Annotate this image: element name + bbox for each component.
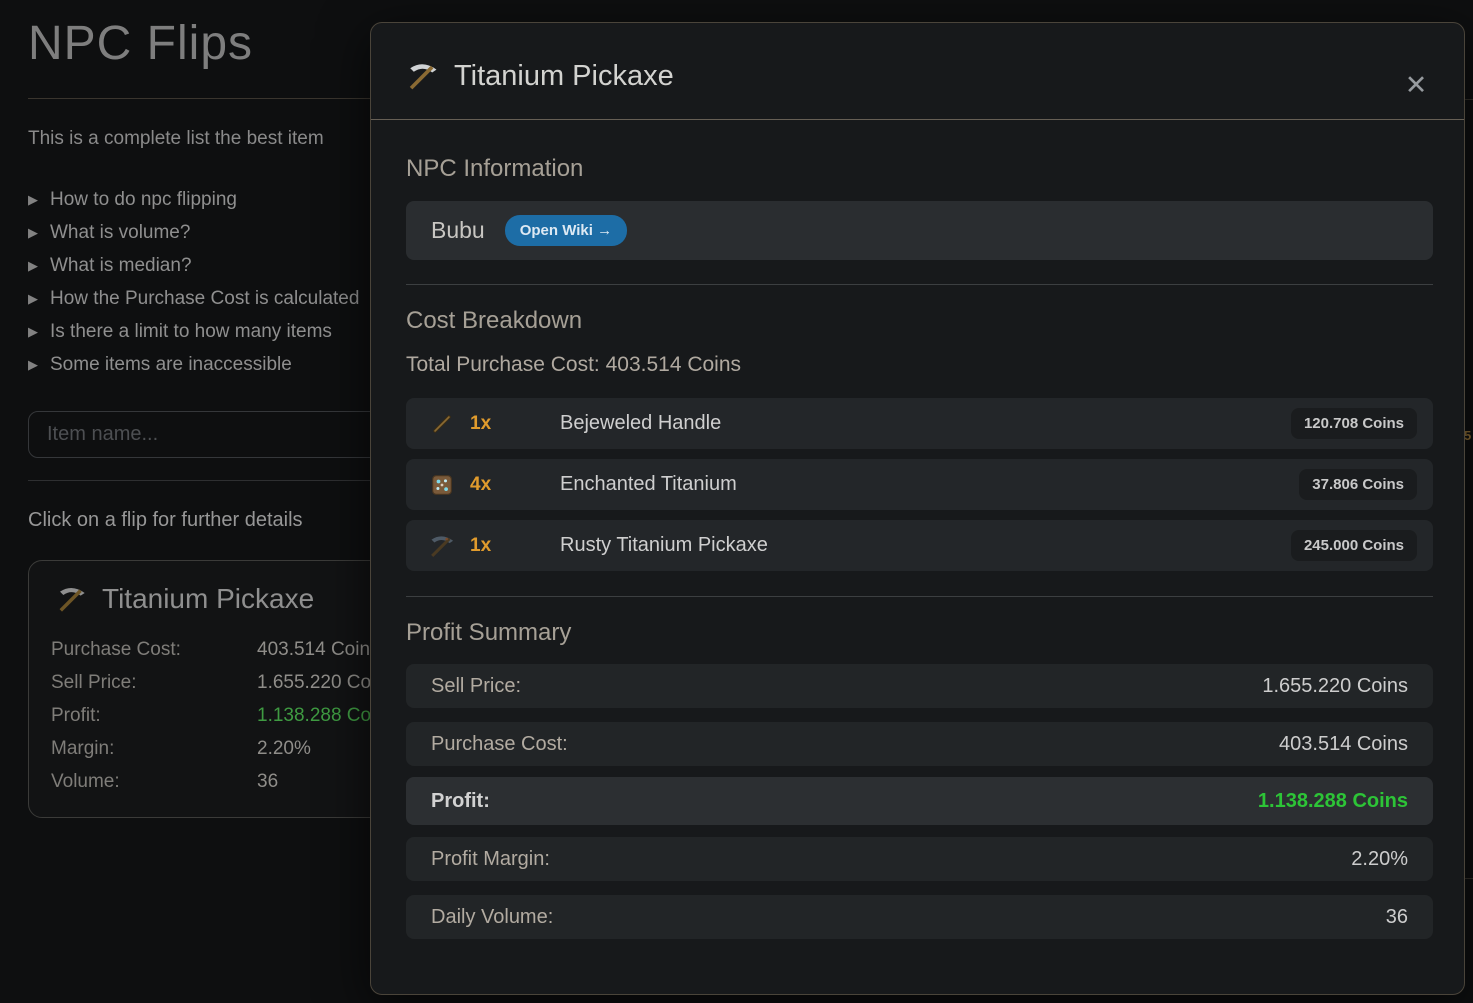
faq-item-label: What is median? — [50, 255, 192, 277]
cost-row-enchanted-titanium[interactable]: 4x Enchanted Titanium 37.806 Coins — [406, 459, 1433, 510]
summary-row-sell-price[interactable]: Sell Price: 1.655.220 Coins — [406, 664, 1433, 708]
faq-item-purchase-cost-calc[interactable]: ▶ How the Purchase Cost is calculated — [28, 282, 359, 315]
flip-card-header: Titanium Pickaxe — [56, 583, 314, 615]
open-wiki-button[interactable]: Open Wiki → — [505, 215, 627, 246]
flip-card-title: Titanium Pickaxe — [102, 583, 314, 615]
collapsed-arrow-icon: ▶ — [28, 357, 38, 373]
stat-label: Margin: — [51, 738, 257, 760]
intro-text: This is a complete list the best item — [28, 128, 324, 150]
cost-row-bejeweled-handle[interactable]: 1x Bejeweled Handle 120.708 Coins — [406, 398, 1433, 449]
summary-label: Profit Margin: — [431, 848, 550, 871]
faq-item-label: Some items are inaccessible — [50, 354, 292, 376]
stat-value: 2.20% — [257, 738, 311, 760]
modal-header-divider — [371, 119, 1464, 120]
faq-item-buy-limit[interactable]: ▶ Is there a limit to how many items — [28, 315, 359, 348]
summary-row-profit[interactable]: Profit: 1.138.288 Coins — [406, 777, 1433, 825]
quantity: 1x — [470, 535, 520, 557]
stat-label: Purchase Cost: — [51, 639, 257, 661]
summary-label: Purchase Cost: — [431, 733, 568, 756]
page-title: NPC Flips — [28, 16, 253, 71]
faq-item-what-is-median[interactable]: ▶ What is median? — [28, 249, 359, 282]
stat-label: Sell Price: — [51, 672, 257, 694]
flip-card-stats: Purchase Cost: 403.514 Coins Sell Price:… — [51, 633, 400, 798]
stat-row-volume: Volume: 36 — [51, 765, 400, 798]
faq-item-how-to-flip[interactable]: ▶ How to do npc flipping — [28, 183, 359, 216]
stat-row-margin: Margin: 2.20% — [51, 732, 400, 765]
npc-information-heading: NPC Information — [406, 155, 583, 183]
stick-icon — [428, 410, 456, 438]
price-badge: 245.000 Coins — [1291, 530, 1417, 561]
collapsed-arrow-icon: ▶ — [28, 192, 38, 208]
npc-name: Bubu — [431, 217, 485, 244]
summary-value: 2.20% — [1351, 848, 1408, 871]
cost-breakdown-heading: Cost Breakdown — [406, 307, 582, 335]
cost-row-rusty-titanium-pickaxe[interactable]: 1x Rusty Titanium Pickaxe 245.000 Coins — [406, 520, 1433, 571]
stat-label: Profit: — [51, 705, 257, 727]
faq-item-label: Is there a limit to how many items — [50, 321, 332, 343]
section-divider — [406, 596, 1433, 597]
faq-item-what-is-volume[interactable]: ▶ What is volume? — [28, 216, 359, 249]
background-rule-fragment — [1464, 99, 1473, 100]
faq-list: ▶ How to do npc flipping ▶ What is volum… — [28, 183, 359, 381]
faq-item-label: What is volume? — [50, 222, 190, 244]
summary-value: 36 — [1386, 906, 1408, 929]
pickaxe-icon — [56, 583, 88, 615]
item-search-input[interactable] — [28, 411, 390, 458]
summary-row-profit-margin[interactable]: Profit Margin: 2.20% — [406, 837, 1433, 881]
stat-row-purchase-cost: Purchase Cost: 403.514 Coins — [51, 633, 400, 666]
summary-row-purchase-cost[interactable]: Purchase Cost: 403.514 Coins — [406, 722, 1433, 766]
summary-label: Daily Volume: — [431, 906, 553, 929]
summary-value-profit: 1.138.288 Coins — [1258, 790, 1408, 813]
collapsed-arrow-icon: ▶ — [28, 324, 38, 340]
price-badge: 37.806 Coins — [1299, 469, 1417, 500]
stat-row-profit: Profit: 1.138.288 Coins — [51, 699, 400, 732]
stat-row-sell-price: Sell Price: 1.655.220 Coins — [51, 666, 400, 699]
summary-row-daily-volume[interactable]: Daily Volume: 36 — [406, 895, 1433, 939]
profit-summary-heading: Profit Summary — [406, 619, 571, 647]
ingredient-name: Enchanted Titanium — [560, 473, 737, 496]
total-purchase-cost: Total Purchase Cost: 403.514 Coins — [406, 353, 741, 377]
ingredient-name: Bejeweled Handle — [560, 412, 721, 435]
summary-label: Sell Price: — [431, 675, 521, 698]
faq-item-inaccessible-items[interactable]: ▶ Some items are inaccessible — [28, 348, 359, 381]
click-hint-text: Click on a flip for further details — [28, 509, 303, 532]
background-rule-fragment — [1464, 878, 1473, 879]
summary-value: 1.655.220 Coins — [1262, 675, 1408, 698]
background-text-fragment: 5 — [1464, 428, 1472, 446]
item-detail-modal: Titanium Pickaxe ✕ NPC Information Bubu … — [370, 22, 1465, 995]
app-page: NPC Flips This is a complete list the be… — [0, 0, 1473, 1003]
npc-info-row: Bubu Open Wiki → — [406, 201, 1433, 260]
faq-item-label: How the Purchase Cost is calculated — [50, 288, 359, 310]
collapsed-arrow-icon: ▶ — [28, 258, 38, 274]
stat-value: 36 — [257, 771, 278, 793]
collapsed-arrow-icon: ▶ — [28, 225, 38, 241]
modal-header: Titanium Pickaxe — [406, 59, 674, 93]
ore-block-icon — [428, 471, 456, 499]
quantity: 1x — [470, 413, 520, 435]
quantity: 4x — [470, 474, 520, 496]
faq-item-label: How to do npc flipping — [50, 189, 237, 211]
pickaxe-icon — [406, 59, 440, 93]
collapsed-arrow-icon: ▶ — [28, 291, 38, 307]
ingredient-name: Rusty Titanium Pickaxe — [560, 534, 768, 557]
summary-label: Profit: — [431, 790, 490, 813]
summary-value: 403.514 Coins — [1279, 733, 1408, 756]
flip-card-titanium-pickaxe[interactable]: Titanium Pickaxe Purchase Cost: 403.514 … — [28, 560, 400, 818]
rusty-pickaxe-icon — [428, 532, 456, 560]
modal-title: Titanium Pickaxe — [454, 60, 674, 93]
section-divider — [406, 284, 1433, 285]
stat-value: 403.514 Coins — [257, 639, 380, 661]
price-badge: 120.708 Coins — [1291, 408, 1417, 439]
close-icon[interactable]: ✕ — [1396, 65, 1436, 105]
stat-label: Volume: — [51, 771, 257, 793]
